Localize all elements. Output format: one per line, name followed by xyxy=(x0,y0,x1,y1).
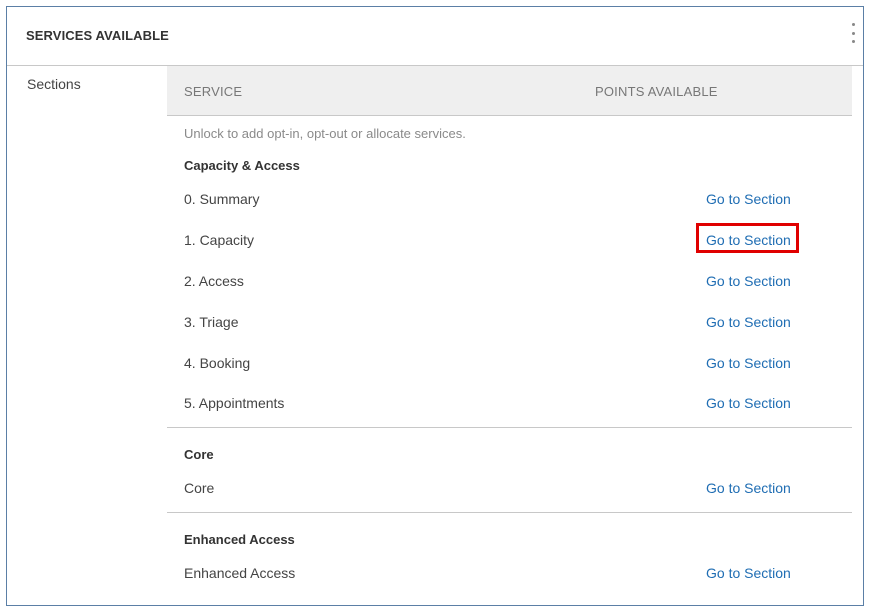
go-to-section-access-link[interactable]: Go to Section xyxy=(706,273,791,289)
table-header: SERVICE POINTS AVAILABLE xyxy=(167,66,852,116)
more-vertical-icon[interactable] xyxy=(849,21,857,45)
service-row-capacity: 1. Capacity xyxy=(184,232,255,248)
go-to-section-core-link[interactable]: Go to Section xyxy=(706,480,791,496)
column-header-service: SERVICE xyxy=(184,84,243,99)
service-row-access: 2. Access xyxy=(184,273,244,289)
group-divider xyxy=(167,427,852,428)
panel-title: SERVICES AVAILABLE xyxy=(26,28,169,43)
group-title-capacity-access: Capacity & Access xyxy=(184,158,300,173)
service-row-enhanced-access: Enhanced Access xyxy=(184,565,296,581)
service-row-summary: 0. Summary xyxy=(184,191,260,207)
service-row-booking: 4. Booking xyxy=(184,355,251,371)
column-header-points: POINTS AVAILABLE xyxy=(595,84,718,99)
sections-label: Sections xyxy=(27,76,81,92)
service-row-triage: 3. Triage xyxy=(184,314,239,330)
go-to-section-booking-link[interactable]: Go to Section xyxy=(706,355,791,371)
go-to-section-appointments-link[interactable]: Go to Section xyxy=(706,395,791,411)
group-divider xyxy=(167,512,852,513)
go-to-section-triage-link[interactable]: Go to Section xyxy=(706,314,791,330)
panel-header: SERVICES AVAILABLE xyxy=(7,7,863,66)
service-row-core: Core xyxy=(184,480,215,496)
highlight-box xyxy=(696,223,799,253)
group-title-core: Core xyxy=(184,447,214,462)
go-to-section-enhanced-access-link[interactable]: Go to Section xyxy=(706,565,791,581)
service-row-appointments: 5. Appointments xyxy=(184,395,285,411)
group-title-enhanced-access: Enhanced Access xyxy=(184,532,295,547)
unlock-hint: Unlock to add opt-in, opt-out or allocat… xyxy=(184,126,466,141)
go-to-section-summary-link[interactable]: Go to Section xyxy=(706,191,791,207)
